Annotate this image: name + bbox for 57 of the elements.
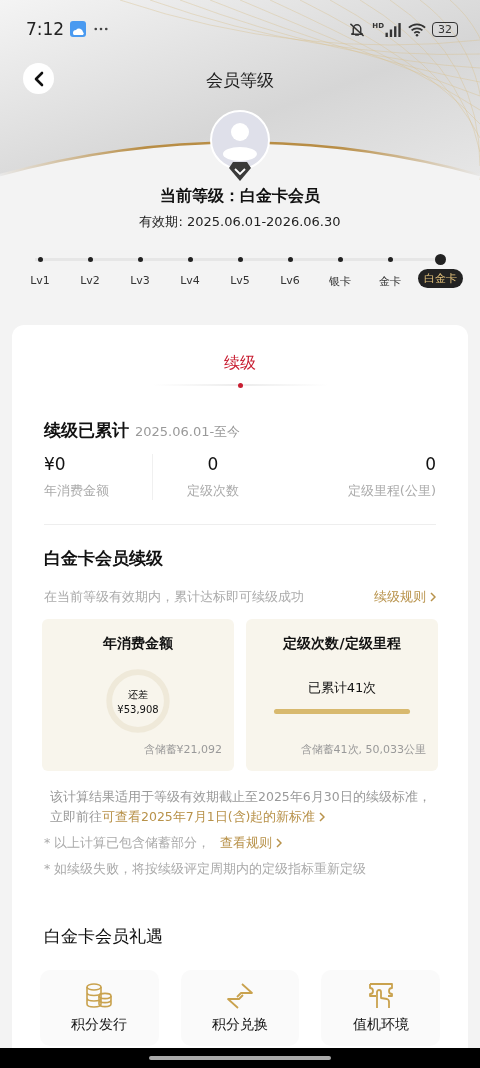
- level-label: 白金卡: [417, 269, 463, 288]
- panel-title: 定级次数/定级里程: [283, 635, 401, 653]
- chevron-icon: [430, 592, 436, 602]
- benefit-item[interactable]: 值机环境: [321, 970, 440, 1046]
- rules-link[interactable]: 续级规则: [374, 588, 436, 606]
- stat-label: 年消费金额: [44, 482, 109, 500]
- standard-note: 该计算结果适用于等级有效期截止至2025年6月30日的续级标准，立即前往可查看2025年7月1日(含)起的新标准: [44, 787, 436, 827]
- signal-icon: [384, 21, 402, 37]
- weather-app-icon: [70, 21, 87, 37]
- footnote-text: * 如续级失败，将按续级评定周期内的定级指标重新定级: [44, 860, 367, 878]
- back-chevron-icon: [32, 70, 45, 87]
- level-label: Lv3: [129, 273, 151, 289]
- stat-value: 0: [425, 454, 436, 474]
- stat-value: 0: [207, 454, 219, 474]
- coins-icon: [85, 982, 114, 1010]
- wifi-icon: [408, 21, 426, 37]
- level-label: 银卡: [328, 274, 352, 290]
- current-level: 当前等级：白金卡会员: [160, 186, 320, 207]
- remaining-amount: ¥53,908: [117, 703, 159, 715]
- mute-bell-icon: [348, 21, 367, 37]
- benefit-item[interactable]: 积分兑换: [180, 970, 300, 1046]
- level-label: Lv6: [279, 273, 301, 289]
- level-label: Lv2: [79, 273, 101, 289]
- stat-label: 定级里程(公里): [347, 482, 436, 500]
- new-standard-link[interactable]: 可查看2025年7月1日(含)起的新标准: [102, 807, 326, 827]
- panel-footnote: 含储蓄¥21,092: [143, 742, 222, 757]
- period-text: 2025.06.01-至今: [135, 423, 241, 441]
- level-label: Lv4: [179, 273, 201, 289]
- chevron-icon: [276, 838, 283, 848]
- validity-period: 有效期: 2025.06.01-2026.06.30: [139, 213, 341, 231]
- diamond-badge-icon: [228, 160, 252, 182]
- stat-label: 定级次数: [187, 482, 239, 500]
- section-title: 白金卡会员续级: [44, 547, 164, 570]
- exchange-arrows-icon: [226, 982, 254, 1010]
- panel-title: 年消费金额: [103, 635, 173, 653]
- page-title: 会员等级: [206, 68, 274, 92]
- renewal-hint: 在当前等级有效期内，累计达标即可续级成功: [44, 588, 304, 606]
- section-title: 续级已累计: [44, 419, 129, 442]
- avatar-icon: [210, 110, 270, 170]
- more-icon: [94, 27, 109, 31]
- hand-ticket-icon: [366, 982, 395, 1010]
- view-rules-link[interactable]: 查看规则: [220, 833, 283, 853]
- battery-icon: 32: [432, 21, 458, 37]
- tab[interactable]: 续级: [224, 353, 256, 374]
- footnote-text: * 以上计算已包含储蓄部分，: [44, 834, 211, 852]
- chevron-icon: [319, 812, 326, 822]
- level-label: Lv1: [29, 273, 51, 289]
- accumulated-count: 已累计41次: [307, 679, 377, 697]
- panel-footnote: 含储蓄41次, 50,033公里: [300, 742, 426, 757]
- status-time: 7:12: [26, 19, 65, 39]
- section-title: 白金卡会员礼遇: [44, 925, 164, 948]
- level-label: 金卡: [378, 274, 402, 290]
- remaining-label: 还差: [128, 687, 148, 702]
- level-label: Lv5: [229, 273, 251, 289]
- stat-value: ¥0: [44, 454, 66, 474]
- tab-indicator-icon: [237, 382, 243, 388]
- benefit-item[interactable]: 积分发行: [40, 970, 159, 1046]
